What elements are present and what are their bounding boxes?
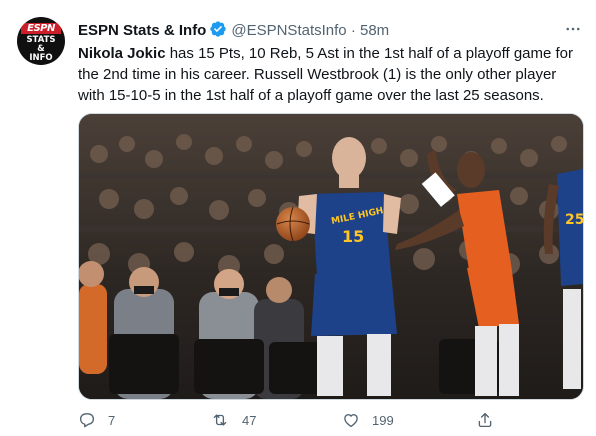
heart-icon [342,411,360,429]
share-icon [476,411,494,429]
reply-count: 7 [108,412,116,428]
timestamp[interactable]: 58m [360,22,389,39]
handle[interactable]: @ESPNStatsInfo [231,22,346,39]
retweet-button[interactable]: 47 [210,408,256,432]
display-name[interactable]: ESPN Stats & Info [78,22,206,39]
like-button[interactable]: 199 [342,408,394,432]
basketball-photo: MILE HIGH 15 25 [79,114,583,399]
separator-dot: · [350,22,356,39]
avatar[interactable]: ESPN STATS & INFO [17,17,65,65]
tweet-header: ESPN Stats & Info @ESPNStatsInfo · 58m [78,20,389,40]
jersey-number: 15 [342,227,364,246]
tweet-photo[interactable]: MILE HIGH 15 25 [78,113,584,400]
share-button[interactable] [476,408,494,432]
tweet-actions: 7 47 199 [78,408,578,432]
avatar-text: STATS & INFO [17,36,65,63]
opponent-jersey-number: 25 [565,212,583,228]
tweet-text: Nikola Jokic has 15 Pts, 10 Reb, 5 Ast i… [78,43,578,106]
avatar-brand: ESPN [21,23,61,34]
tweet-text-bold-name: Nikola Jokic [78,45,166,62]
reply-button[interactable]: 7 [78,408,115,432]
retweet-icon [210,411,230,429]
more-horizontal-icon[interactable] [560,16,586,42]
avatar-line-3: INFO [29,53,53,63]
verified-badge-icon [209,20,227,44]
tweet[interactable]: ESPN STATS & INFO ESPN Stats & Info @ESPN… [0,0,596,436]
like-count: 199 [372,412,394,428]
retweet-count: 47 [242,412,257,428]
reply-icon [78,411,96,429]
